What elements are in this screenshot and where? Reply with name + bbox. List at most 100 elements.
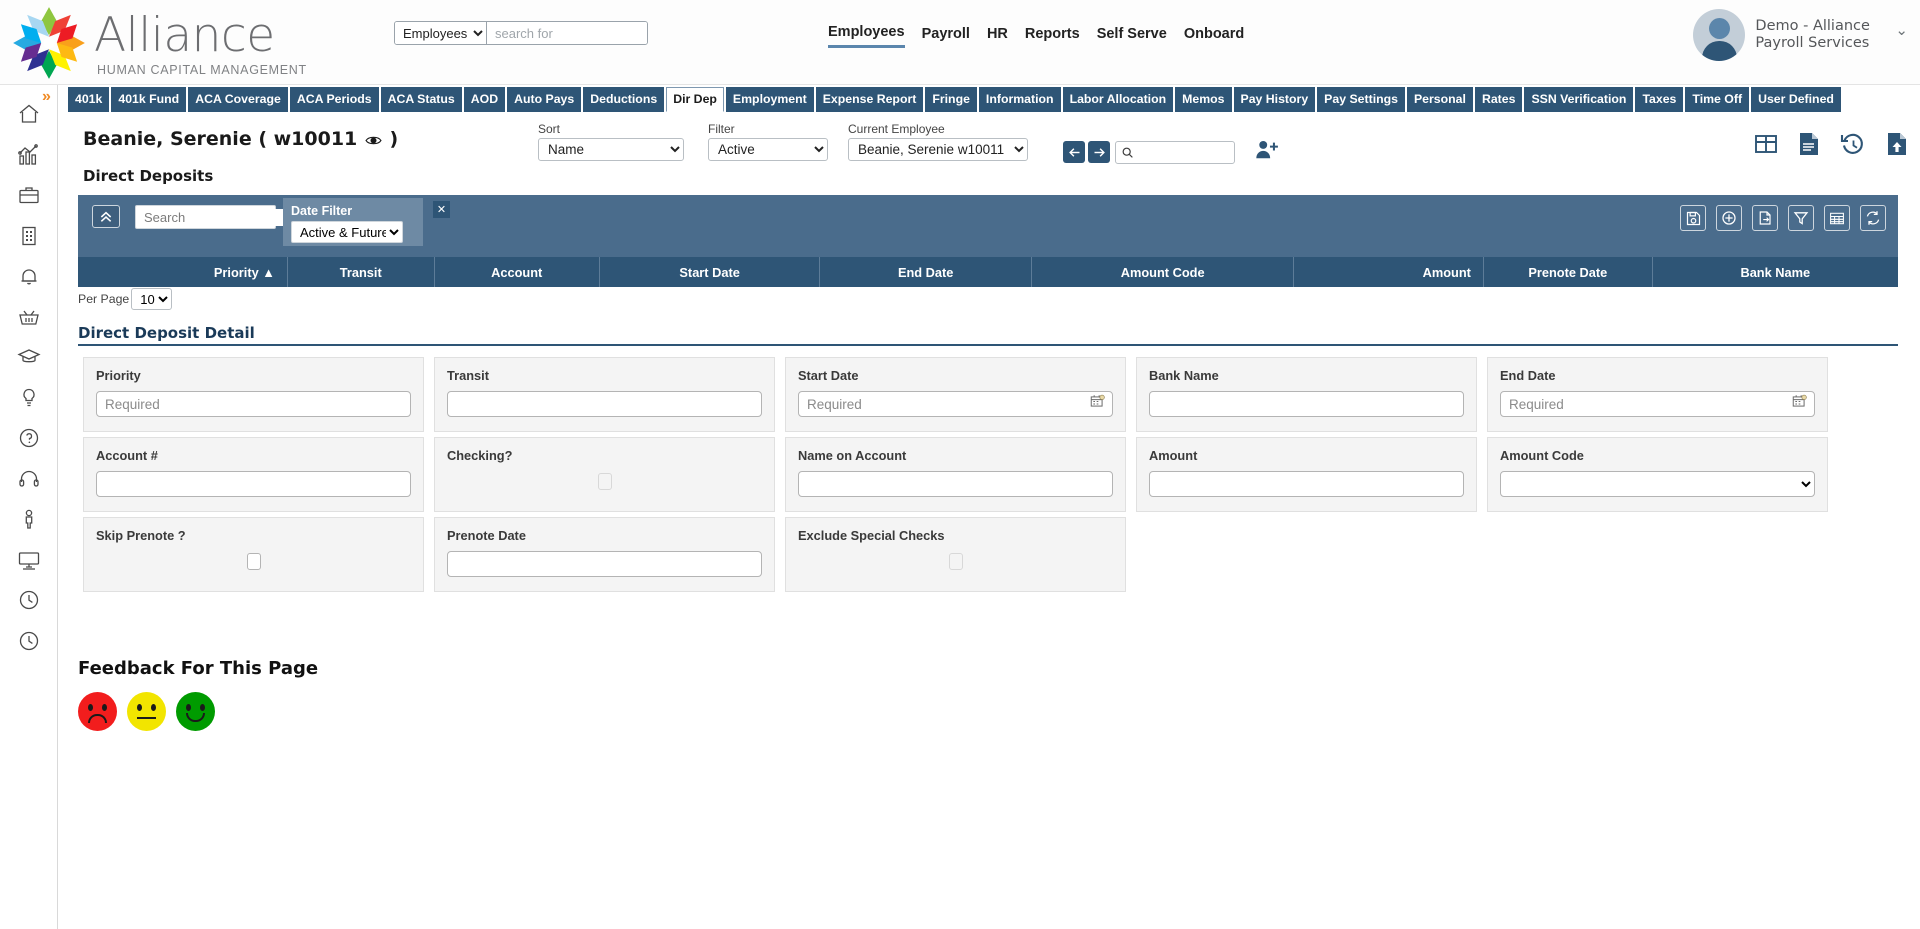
tab-information[interactable]: Information xyxy=(978,87,1061,112)
tab-time-off[interactable]: Time Off xyxy=(1685,87,1750,112)
documents-button[interactable] xyxy=(1798,132,1820,159)
sidebar-item-time-clock[interactable] xyxy=(12,583,46,617)
column-amount[interactable]: Amount xyxy=(1293,257,1484,287)
tab-pay-history[interactable]: Pay History xyxy=(1233,87,1316,112)
prenote-date-input[interactable] xyxy=(447,551,762,577)
tab-personal[interactable]: Personal xyxy=(1406,87,1473,112)
tab-pay-settings[interactable]: Pay Settings xyxy=(1317,87,1405,112)
add-user-button[interactable] xyxy=(1254,138,1278,165)
chevron-down-icon[interactable]: ⌄ xyxy=(1895,21,1908,49)
date-filter-close-button[interactable]: ✕ xyxy=(433,201,450,218)
sidebar-item-company[interactable] xyxy=(12,219,46,253)
tab-aca-periods[interactable]: ACA Periods xyxy=(289,87,379,112)
tab-taxes[interactable]: Taxes xyxy=(1635,87,1684,112)
next-employee-button[interactable] xyxy=(1088,141,1110,163)
tab-auto-pays[interactable]: Auto Pays xyxy=(507,87,582,112)
date-filter-select[interactable]: Active & Future xyxy=(291,221,403,243)
global-search-scope-select[interactable]: Employees xyxy=(395,22,487,44)
history-button[interactable] xyxy=(1840,132,1866,159)
columns-button[interactable] xyxy=(1824,205,1850,231)
tab-aod[interactable]: AOD xyxy=(463,87,506,112)
sidebar-item-desktop[interactable] xyxy=(12,543,46,577)
collapse-panel-button[interactable] xyxy=(92,205,120,228)
per-page-select[interactable]: 10 xyxy=(131,288,173,310)
start-date-input[interactable] xyxy=(798,391,1113,417)
tab-labor-allocation[interactable]: Labor Allocation xyxy=(1062,87,1174,112)
column-transit[interactable]: Transit xyxy=(287,257,435,287)
tab-401k-fund[interactable]: 401k Fund xyxy=(111,87,187,112)
employee-search-input[interactable] xyxy=(1134,144,1224,161)
column-bank-name[interactable]: Bank Name xyxy=(1652,257,1898,287)
end-date-input[interactable] xyxy=(1500,391,1815,417)
filter-button[interactable] xyxy=(1788,205,1814,231)
filter-select[interactable]: Active xyxy=(708,138,828,161)
sidebar-item-home[interactable] xyxy=(12,97,46,131)
grid-view-button[interactable] xyxy=(1754,133,1778,158)
calendar-icon[interactable] xyxy=(1090,394,1105,412)
feedback-happy-face-button[interactable] xyxy=(176,692,215,731)
nav-item-payroll[interactable]: Payroll xyxy=(922,26,970,47)
sidebar-item-marketplace[interactable] xyxy=(12,300,46,334)
tab-employment[interactable]: Employment xyxy=(725,87,814,112)
exclude-special-checks-checkbox[interactable] xyxy=(948,553,963,570)
sidebar-item-profile[interactable] xyxy=(12,502,46,536)
amount-input[interactable] xyxy=(1149,471,1464,497)
priority-input[interactable] xyxy=(96,391,411,417)
refresh-button[interactable] xyxy=(1860,205,1886,231)
column-account[interactable]: Account xyxy=(434,257,600,287)
sidebar-item-analytics[interactable] xyxy=(12,138,46,172)
transit-input[interactable] xyxy=(447,391,762,417)
account-number-input[interactable] xyxy=(96,471,411,497)
nav-item-onboard[interactable]: Onboard xyxy=(1184,26,1244,47)
sort-select[interactable]: Name xyxy=(538,138,684,161)
tab-aca-coverage[interactable]: ACA Coverage xyxy=(188,87,288,112)
account-menu[interactable]: Demo - Alliance Payroll Services ⌄ xyxy=(1693,9,1908,61)
column-end-date[interactable]: End Date xyxy=(819,257,1032,287)
sidebar-item-help[interactable] xyxy=(12,421,46,455)
column-start-date[interactable]: Start Date xyxy=(599,257,821,287)
feedback-sad-face-button[interactable] xyxy=(78,692,117,731)
tab-dir-dep[interactable]: Dir Dep xyxy=(666,87,724,112)
name-on-account-input[interactable] xyxy=(798,471,1113,497)
nav-item-self-serve[interactable]: Self Serve xyxy=(1097,26,1167,47)
column-prenote-date[interactable]: Prenote Date xyxy=(1483,257,1653,287)
nav-item-reports[interactable]: Reports xyxy=(1025,26,1080,47)
sidebar-item-support[interactable] xyxy=(12,462,46,496)
upload-button[interactable] xyxy=(1886,132,1908,159)
export-button[interactable] xyxy=(1752,205,1778,231)
save-button[interactable] xyxy=(1680,205,1706,231)
tab-expense-report[interactable]: Expense Report xyxy=(815,87,924,112)
grid-search[interactable] xyxy=(135,205,322,229)
nav-item-hr[interactable]: HR xyxy=(987,26,1008,47)
checking-checkbox[interactable] xyxy=(597,473,612,490)
add-record-button[interactable] xyxy=(1716,205,1742,231)
sidebar-item-notifications[interactable] xyxy=(12,259,46,293)
feedback-neutral-face-button[interactable] xyxy=(127,692,166,731)
tab-rates[interactable]: Rates xyxy=(1474,87,1523,112)
sidebar-item-learning[interactable] xyxy=(12,340,46,374)
tab-deductions[interactable]: Deductions xyxy=(583,87,665,112)
nav-item-employees[interactable]: Employees xyxy=(828,24,905,48)
tab-fringe[interactable]: Fringe xyxy=(925,87,977,112)
skip-prenote-checkbox[interactable] xyxy=(246,553,261,570)
column-priority[interactable]: Priority ▲ xyxy=(78,257,288,287)
calendar-icon[interactable] xyxy=(1792,394,1807,412)
tab-memos[interactable]: Memos xyxy=(1175,87,1232,112)
sidebar-item-ideas[interactable] xyxy=(12,381,46,415)
tab-user-defined[interactable]: User Defined xyxy=(1751,87,1841,112)
sidebar-item-briefcase[interactable] xyxy=(12,178,46,212)
current-employee-select[interactable]: Beanie, Serenie w10011 xyxy=(848,138,1028,161)
employee-search[interactable] xyxy=(1115,141,1235,164)
sidebar-item-recent[interactable] xyxy=(12,624,46,658)
brand-logo[interactable]: Alliance HUMAN CAPITAL MANAGEMENT xyxy=(0,0,307,82)
prev-employee-button[interactable] xyxy=(1063,141,1085,163)
tab-ssn-verification[interactable]: SSN Verification xyxy=(1524,87,1634,112)
tab-aca-status[interactable]: ACA Status xyxy=(380,87,462,112)
tab-401k[interactable]: 401k xyxy=(68,87,110,112)
global-search-input[interactable] xyxy=(487,22,647,44)
amount-code-select[interactable] xyxy=(1500,471,1815,497)
bank-name-input[interactable] xyxy=(1149,391,1464,417)
global-search[interactable]: Employees xyxy=(394,21,648,45)
column-amount-code[interactable]: Amount Code xyxy=(1031,257,1295,287)
eye-icon[interactable] xyxy=(365,130,382,152)
